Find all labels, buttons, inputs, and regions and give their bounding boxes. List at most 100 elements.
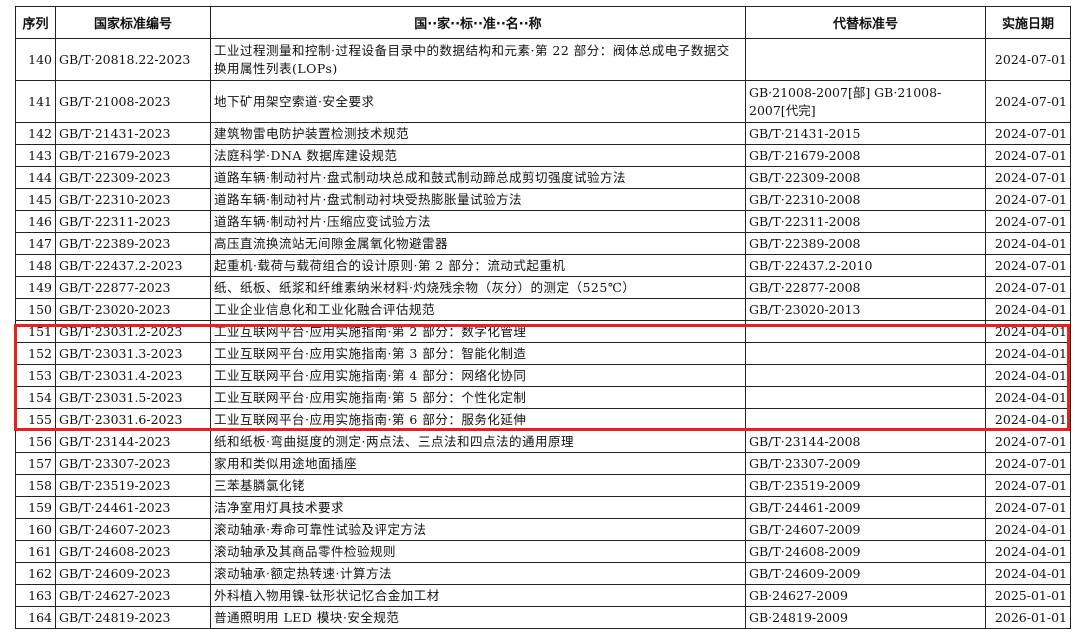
- row-seq-cell[interactable]: 160: [15, 518, 56, 541]
- row-implementation-date-cell[interactable]: 2024-07-01: [985, 254, 1071, 277]
- row-standard-number-cell[interactable]: GB/T·24608-2023: [55, 540, 211, 563]
- row-replaced-standard-cell[interactable]: GB·21008-2007[部] GB·21008-2007[代完]: [745, 80, 986, 123]
- row-replaced-standard-cell[interactable]: GB/T·22877-2008: [745, 276, 986, 299]
- row-replaced-standard-cell[interactable]: GB/T·22310-2008: [745, 188, 986, 211]
- row-replaced-standard-cell[interactable]: GB/T·22311-2008: [745, 210, 986, 233]
- row-standard-number-cell[interactable]: GB/T·24819-2023: [55, 606, 211, 629]
- row-standard-name-cell[interactable]: 工业互联网平台·应用实施指南·第 6 部分：服务化延伸: [210, 408, 746, 431]
- row-implementation-date-cell[interactable]: 2024-07-01: [985, 496, 1071, 519]
- row-seq-cell[interactable]: 155: [15, 408, 56, 431]
- row-seq-cell[interactable]: 145: [15, 188, 56, 211]
- row-seq-cell[interactable]: 143: [15, 144, 56, 167]
- row-seq-cell[interactable]: 162: [15, 562, 56, 585]
- row-standard-name-cell[interactable]: 道路车辆·制动衬片·压缩应变试验方法: [210, 210, 746, 233]
- row-standard-number-cell[interactable]: GB/T·23144-2023: [55, 430, 211, 453]
- row-standard-name-cell[interactable]: 普通照明用 LED 模块·安全规范: [210, 606, 746, 629]
- row-standard-name-cell[interactable]: 外科植入物用镍-钛形状记忆合金加工材: [210, 584, 746, 607]
- row-implementation-date-cell[interactable]: 2024-07-01: [985, 122, 1071, 145]
- row-implementation-date-cell[interactable]: 2025-01-01: [985, 584, 1071, 607]
- row-replaced-standard-cell[interactable]: GB/T·23519-2009: [745, 474, 986, 497]
- row-seq-cell[interactable]: 149: [15, 276, 56, 299]
- row-standard-name-cell[interactable]: 工业互联网平台·应用实施指南·第 5 部分：个性化定制: [210, 386, 746, 409]
- row-seq-cell[interactable]: 141: [15, 80, 56, 123]
- row-standard-number-cell[interactable]: GB/T·21679-2023: [55, 144, 211, 167]
- row-implementation-date-cell[interactable]: 2024-07-01: [985, 38, 1071, 81]
- row-replaced-standard-cell[interactable]: [745, 364, 986, 387]
- row-standard-name-cell[interactable]: 高压直流换流站无间隙金属氧化物避雷器: [210, 232, 746, 255]
- row-replaced-standard-cell[interactable]: GB/T·23020-2013: [745, 298, 986, 321]
- row-standard-number-cell[interactable]: GB/T·23307-2023: [55, 452, 211, 475]
- row-standard-name-cell[interactable]: 工业互联网平台·应用实施指南·第 4 部分：网络化协同: [210, 364, 746, 387]
- row-implementation-date-cell[interactable]: 2024-04-01: [985, 540, 1071, 563]
- row-implementation-date-cell[interactable]: 2024-04-01: [985, 298, 1071, 321]
- row-seq-cell[interactable]: 156: [15, 430, 56, 453]
- row-standard-number-cell[interactable]: GB/T·23031.6-2023: [55, 408, 211, 431]
- row-standard-number-cell[interactable]: GB/T·23031.4-2023: [55, 364, 211, 387]
- row-replaced-standard-cell[interactable]: GB/T·23144-2008: [745, 430, 986, 453]
- row-seq-cell[interactable]: 161: [15, 540, 56, 563]
- row-seq-cell[interactable]: 154: [15, 386, 56, 409]
- row-standard-number-cell[interactable]: GB/T·22389-2023: [55, 232, 211, 255]
- row-seq-cell[interactable]: 151: [15, 320, 56, 343]
- row-replaced-standard-cell[interactable]: [745, 38, 986, 81]
- row-implementation-date-cell[interactable]: 2024-07-01: [985, 276, 1071, 299]
- row-standard-name-cell[interactable]: 滚动轴承·寿命可靠性试验及评定方法: [210, 518, 746, 541]
- row-replaced-standard-cell[interactable]: GB/T·24608-2009: [745, 540, 986, 563]
- row-implementation-date-cell[interactable]: 2024-07-01: [985, 210, 1071, 233]
- row-standard-number-cell[interactable]: GB/T·22310-2023: [55, 188, 211, 211]
- row-seq-cell[interactable]: 150: [15, 298, 56, 321]
- row-standard-name-cell[interactable]: 洁净室用灯具技术要求: [210, 496, 746, 519]
- row-standard-number-cell[interactable]: GB/T·23031.5-2023: [55, 386, 211, 409]
- row-standard-number-cell[interactable]: GB/T·24609-2023: [55, 562, 211, 585]
- row-implementation-date-cell[interactable]: 2024-04-01: [985, 342, 1071, 365]
- row-standard-number-cell[interactable]: GB/T·23020-2023: [55, 298, 211, 321]
- row-seq-cell[interactable]: 140: [15, 38, 56, 81]
- row-replaced-standard-cell[interactable]: GB/T·22437.2-2010: [745, 254, 986, 277]
- row-implementation-date-cell[interactable]: 2024-04-01: [985, 320, 1071, 343]
- row-standard-number-cell[interactable]: GB/T·22437.2-2023: [55, 254, 211, 277]
- row-standard-name-cell[interactable]: 建筑物雷电防护装置检测技术规范: [210, 122, 746, 145]
- row-standard-number-cell[interactable]: GB/T·22309-2023: [55, 166, 211, 189]
- row-standard-number-cell[interactable]: GB/T·21431-2023: [55, 122, 211, 145]
- row-standard-number-cell[interactable]: GB/T·24461-2023: [55, 496, 211, 519]
- row-standard-name-cell[interactable]: 三苯基膦氯化铑: [210, 474, 746, 497]
- row-standard-name-cell[interactable]: 地下矿用架空索道·安全要求: [210, 80, 746, 123]
- row-replaced-standard-cell[interactable]: GB·24819-2009: [745, 606, 986, 629]
- row-implementation-date-cell[interactable]: 2024-07-01: [985, 166, 1071, 189]
- row-standard-number-cell[interactable]: GB/T·22877-2023: [55, 276, 211, 299]
- row-seq-cell[interactable]: 164: [15, 606, 56, 629]
- row-replaced-standard-cell[interactable]: [745, 320, 986, 343]
- row-standard-name-cell[interactable]: 法庭科学·DNA 数据库建设规范: [210, 144, 746, 167]
- row-standard-name-cell[interactable]: 道路车辆·制动衬片·盘式制动块总成和鼓式制动蹄总成剪切强度试验方法: [210, 166, 746, 189]
- row-replaced-standard-cell[interactable]: GB·24627-2009: [745, 584, 986, 607]
- row-implementation-date-cell[interactable]: 2024-04-01: [985, 232, 1071, 255]
- row-standard-number-cell[interactable]: GB/T·21008-2023: [55, 80, 211, 123]
- row-seq-cell[interactable]: 158: [15, 474, 56, 497]
- row-seq-cell[interactable]: 153: [15, 364, 56, 387]
- row-implementation-date-cell[interactable]: 2024-07-01: [985, 474, 1071, 497]
- row-standard-number-cell[interactable]: GB/T·23519-2023: [55, 474, 211, 497]
- row-implementation-date-cell[interactable]: 2024-04-01: [985, 364, 1071, 387]
- row-seq-cell[interactable]: 142: [15, 122, 56, 145]
- row-implementation-date-cell[interactable]: 2024-04-01: [985, 386, 1071, 409]
- row-standard-number-cell[interactable]: GB/T·24607-2023: [55, 518, 211, 541]
- row-standard-name-cell[interactable]: 起重机·载荷与载荷组合的设计原则·第 2 部分：流动式起重机: [210, 254, 746, 277]
- row-seq-cell[interactable]: 148: [15, 254, 56, 277]
- row-replaced-standard-cell[interactable]: GB/T·22389-2008: [745, 232, 986, 255]
- row-standard-number-cell[interactable]: GB/T·24627-2023: [55, 584, 211, 607]
- row-replaced-standard-cell[interactable]: [745, 386, 986, 409]
- row-implementation-date-cell[interactable]: 2024-07-01: [985, 188, 1071, 211]
- row-implementation-date-cell[interactable]: 2024-04-01: [985, 562, 1071, 585]
- row-replaced-standard-cell[interactable]: GB/T·21431-2015: [745, 122, 986, 145]
- row-standard-name-cell[interactable]: 道路车辆·制动衬片·盘式制动衬块受热膨胀量试验方法: [210, 188, 746, 211]
- row-implementation-date-cell[interactable]: 2024-07-01: [985, 452, 1071, 475]
- row-seq-cell[interactable]: 157: [15, 452, 56, 475]
- row-seq-cell[interactable]: 159: [15, 496, 56, 519]
- row-seq-cell[interactable]: 147: [15, 232, 56, 255]
- row-implementation-date-cell[interactable]: 2024-07-01: [985, 144, 1071, 167]
- row-standard-name-cell[interactable]: 工业过程测量和控制·过程设备目录中的数据结构和元素·第 22 部分：阀体总成电子…: [210, 38, 746, 81]
- row-standard-name-cell[interactable]: 工业互联网平台·应用实施指南·第 2 部分：数字化管理: [210, 320, 746, 343]
- row-replaced-standard-cell[interactable]: GB/T·24609-2009: [745, 562, 986, 585]
- row-standard-name-cell[interactable]: 家用和类似用途地面插座: [210, 452, 746, 475]
- row-implementation-date-cell[interactable]: 2024-04-01: [985, 518, 1071, 541]
